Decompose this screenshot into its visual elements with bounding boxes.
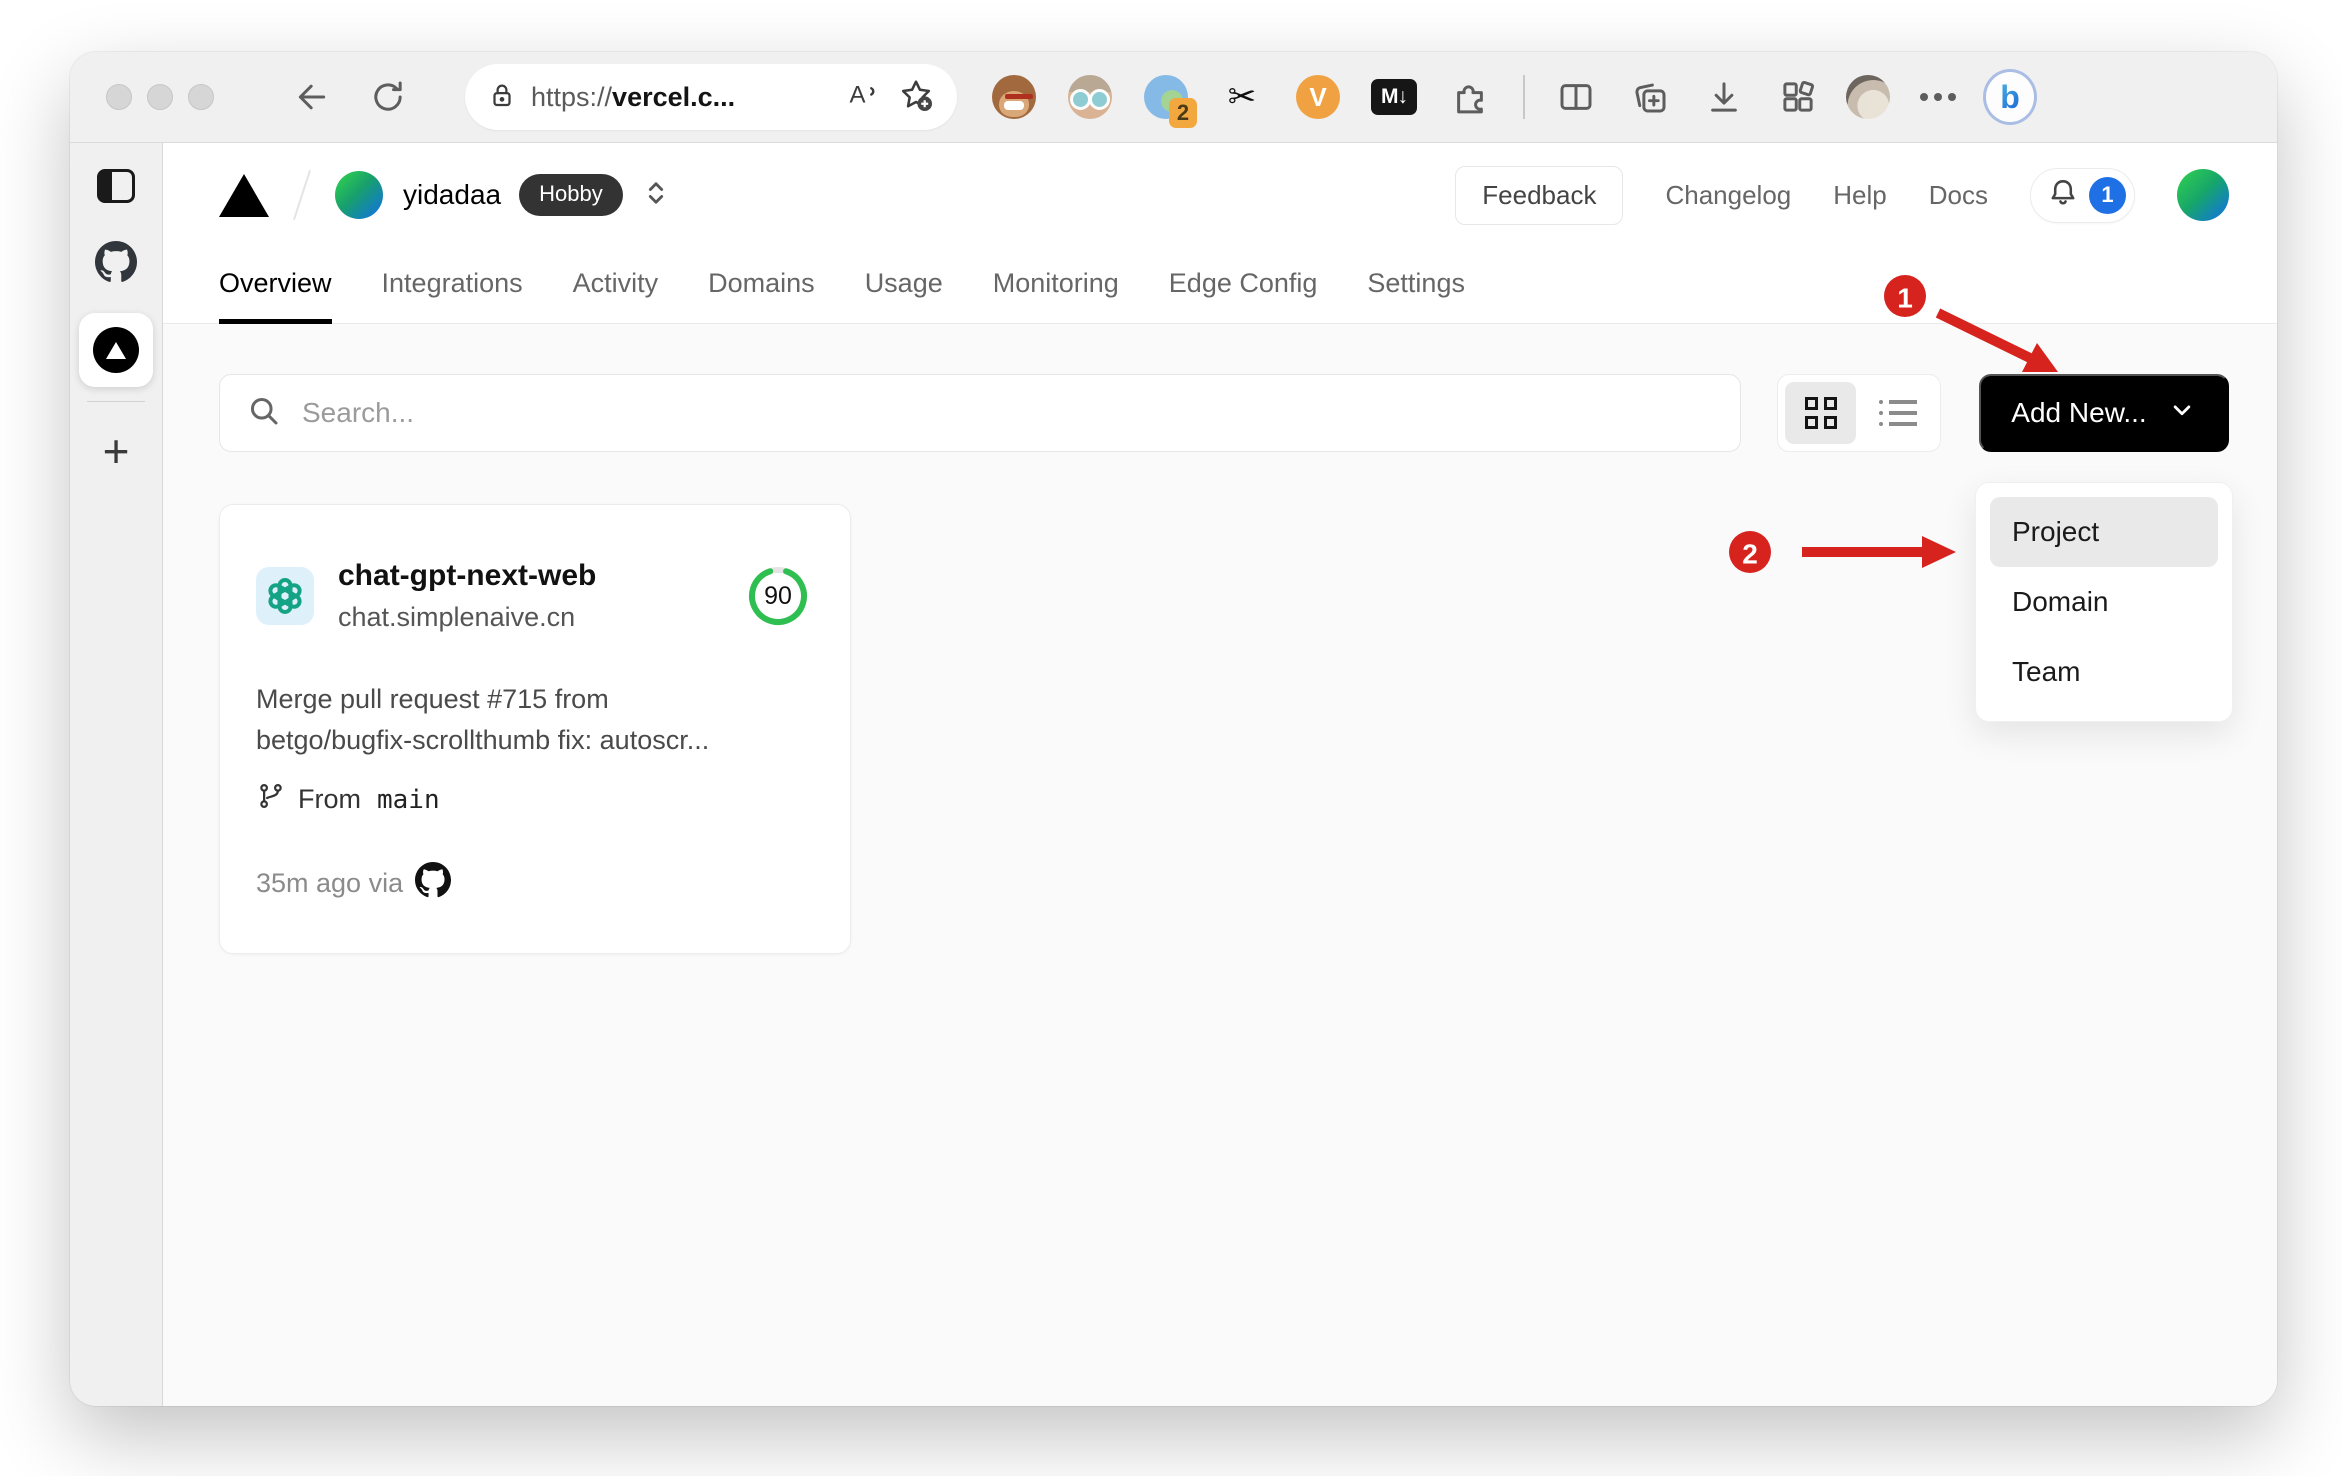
git-branch-icon — [256, 781, 286, 818]
vercel-header: yidadaa Hobby Feedback Changelog Help Do… — [163, 143, 2277, 247]
avatar-extension-icon[interactable] — [1067, 74, 1113, 120]
vertical-tab-strip: + — [70, 143, 163, 1406]
team-name[interactable]: yidadaa — [403, 179, 501, 211]
grid-view-button[interactable] — [1785, 382, 1856, 444]
analytics-score-ring[interactable]: 90 — [746, 564, 810, 628]
tab-usage[interactable]: Usage — [865, 247, 943, 324]
user-avatar[interactable] — [2177, 169, 2229, 221]
url-scheme: https:// — [531, 81, 613, 112]
tab-integrations[interactable]: Integrations — [382, 247, 523, 324]
lock-icon — [487, 80, 517, 115]
project-name[interactable]: chat-gpt-next-web — [338, 559, 596, 593]
scissors-extension-icon[interactable]: ✂ — [1219, 74, 1265, 120]
new-tab-button[interactable]: + — [103, 428, 130, 474]
extension-row: 2 ✂ V M↓ — [991, 74, 1493, 128]
tab-strip-divider — [87, 401, 145, 402]
extensions-puzzle-icon[interactable] — [1447, 74, 1493, 120]
dropdown-item-team[interactable]: Team — [1990, 637, 2218, 707]
url-domain: vercel.c... — [612, 81, 736, 112]
vercel-nav-tabs: Overview Integrations Activity Domains U… — [163, 247, 2277, 324]
vercel-page: yidadaa Hobby Feedback Changelog Help Do… — [163, 143, 2277, 1406]
vercel-tab-active[interactable] — [79, 313, 153, 387]
feedback-button[interactable]: Feedback — [1455, 165, 1624, 225]
svg-text:A: A — [850, 81, 866, 108]
bing-chat-icon[interactable]: b — [1983, 69, 2037, 125]
vercel-favicon — [93, 327, 139, 373]
tampermonkey-extension-icon[interactable] — [991, 74, 1037, 120]
tab-settings[interactable]: Settings — [1367, 247, 1465, 324]
team-switcher-icon[interactable] — [639, 176, 673, 215]
project-domain[interactable]: chat.simplenaive.cn — [338, 602, 596, 633]
vercel-logo-icon[interactable] — [219, 173, 269, 217]
traffic-light-zoom[interactable] — [188, 84, 214, 110]
branch-row: From main — [256, 781, 810, 818]
plan-badge: Hobby — [519, 174, 623, 216]
search-icon — [246, 393, 282, 434]
browser-profile-avatar[interactable] — [1841, 70, 1895, 124]
downloads-icon[interactable] — [1697, 70, 1751, 124]
deploy-meta: 35m ago via — [256, 868, 404, 898]
breadcrumb-slash — [293, 169, 311, 221]
v-extension-icon[interactable]: V — [1295, 74, 1341, 120]
dropdown-item-domain[interactable]: Domain — [1990, 567, 2218, 637]
url-text: https://vercel.c... — [531, 82, 735, 113]
notification-count-badge: 1 — [2089, 176, 2126, 214]
github-tab-icon[interactable] — [95, 241, 137, 283]
help-link[interactable]: Help — [1833, 180, 1886, 211]
openai-project-icon — [256, 567, 314, 625]
back-icon[interactable] — [285, 70, 339, 124]
url-bar[interactable]: https://vercel.c... A — [465, 64, 957, 130]
extension-badge: 2 — [1169, 98, 1197, 128]
tab-domains[interactable]: Domains — [708, 247, 815, 324]
search-input[interactable]: Search... — [219, 374, 1741, 452]
browser-window: https://vercel.c... A 2 ✂ V M↓ b + yidad… — [70, 52, 2277, 1406]
apps-icon[interactable] — [1771, 70, 1825, 124]
traffic-light-minimize[interactable] — [147, 84, 173, 110]
search-placeholder: Search... — [302, 397, 415, 428]
more-menu-icon[interactable] — [1911, 70, 1965, 124]
list-view-button[interactable] — [1862, 382, 1933, 444]
split-screen-icon[interactable] — [1549, 70, 1603, 124]
github-source-icon — [415, 862, 452, 905]
team-avatar[interactable] — [335, 171, 383, 219]
docs-link[interactable]: Docs — [1929, 180, 1988, 211]
favorite-star-icon[interactable] — [897, 76, 935, 119]
dashboard-content: Search... Add New... chat-gpt-next-web c… — [163, 324, 2277, 1406]
read-aloud-icon[interactable]: A — [845, 77, 881, 118]
tab-panel-toggle-icon[interactable] — [97, 169, 135, 203]
view-toggle — [1777, 374, 1941, 452]
deploy-meta-row: 35m ago via — [256, 862, 810, 905]
toolbar-divider — [1523, 75, 1525, 119]
changelog-link[interactable]: Changelog — [1665, 180, 1791, 211]
tab-edge-config[interactable]: Edge Config — [1169, 247, 1318, 324]
markdown-extension-icon[interactable]: M↓ — [1371, 74, 1417, 120]
grid-view-icon — [1804, 397, 1837, 429]
traffic-light-close[interactable] — [106, 84, 132, 110]
reload-icon[interactable] — [361, 70, 415, 124]
tab-overview[interactable]: Overview — [219, 247, 332, 324]
branch-name[interactable]: main — [377, 785, 440, 815]
profile-extension-icon[interactable]: 2 — [1143, 74, 1197, 128]
commit-message[interactable]: Merge pull request #715 from betgo/bugfi… — [256, 679, 810, 761]
collections-icon[interactable] — [1623, 70, 1677, 124]
add-new-dropdown: Project Domain Team — [1975, 482, 2233, 722]
chevron-down-icon — [2167, 395, 2197, 432]
project-card[interactable]: chat-gpt-next-web chat.simplenaive.cn 90 — [219, 504, 851, 954]
branch-prefix: From — [298, 784, 361, 814]
notifications-button[interactable]: 1 — [2030, 167, 2135, 223]
dropdown-item-project[interactable]: Project — [1990, 497, 2218, 567]
tab-activity[interactable]: Activity — [573, 247, 659, 324]
add-new-button[interactable]: Add New... — [1979, 374, 2229, 452]
list-view-icon — [1879, 400, 1917, 426]
bell-icon — [2045, 175, 2081, 216]
browser-toolbar: https://vercel.c... A 2 ✂ V M↓ b — [70, 52, 2277, 143]
score-value: 90 — [764, 581, 792, 610]
tab-monitoring[interactable]: Monitoring — [993, 247, 1119, 324]
